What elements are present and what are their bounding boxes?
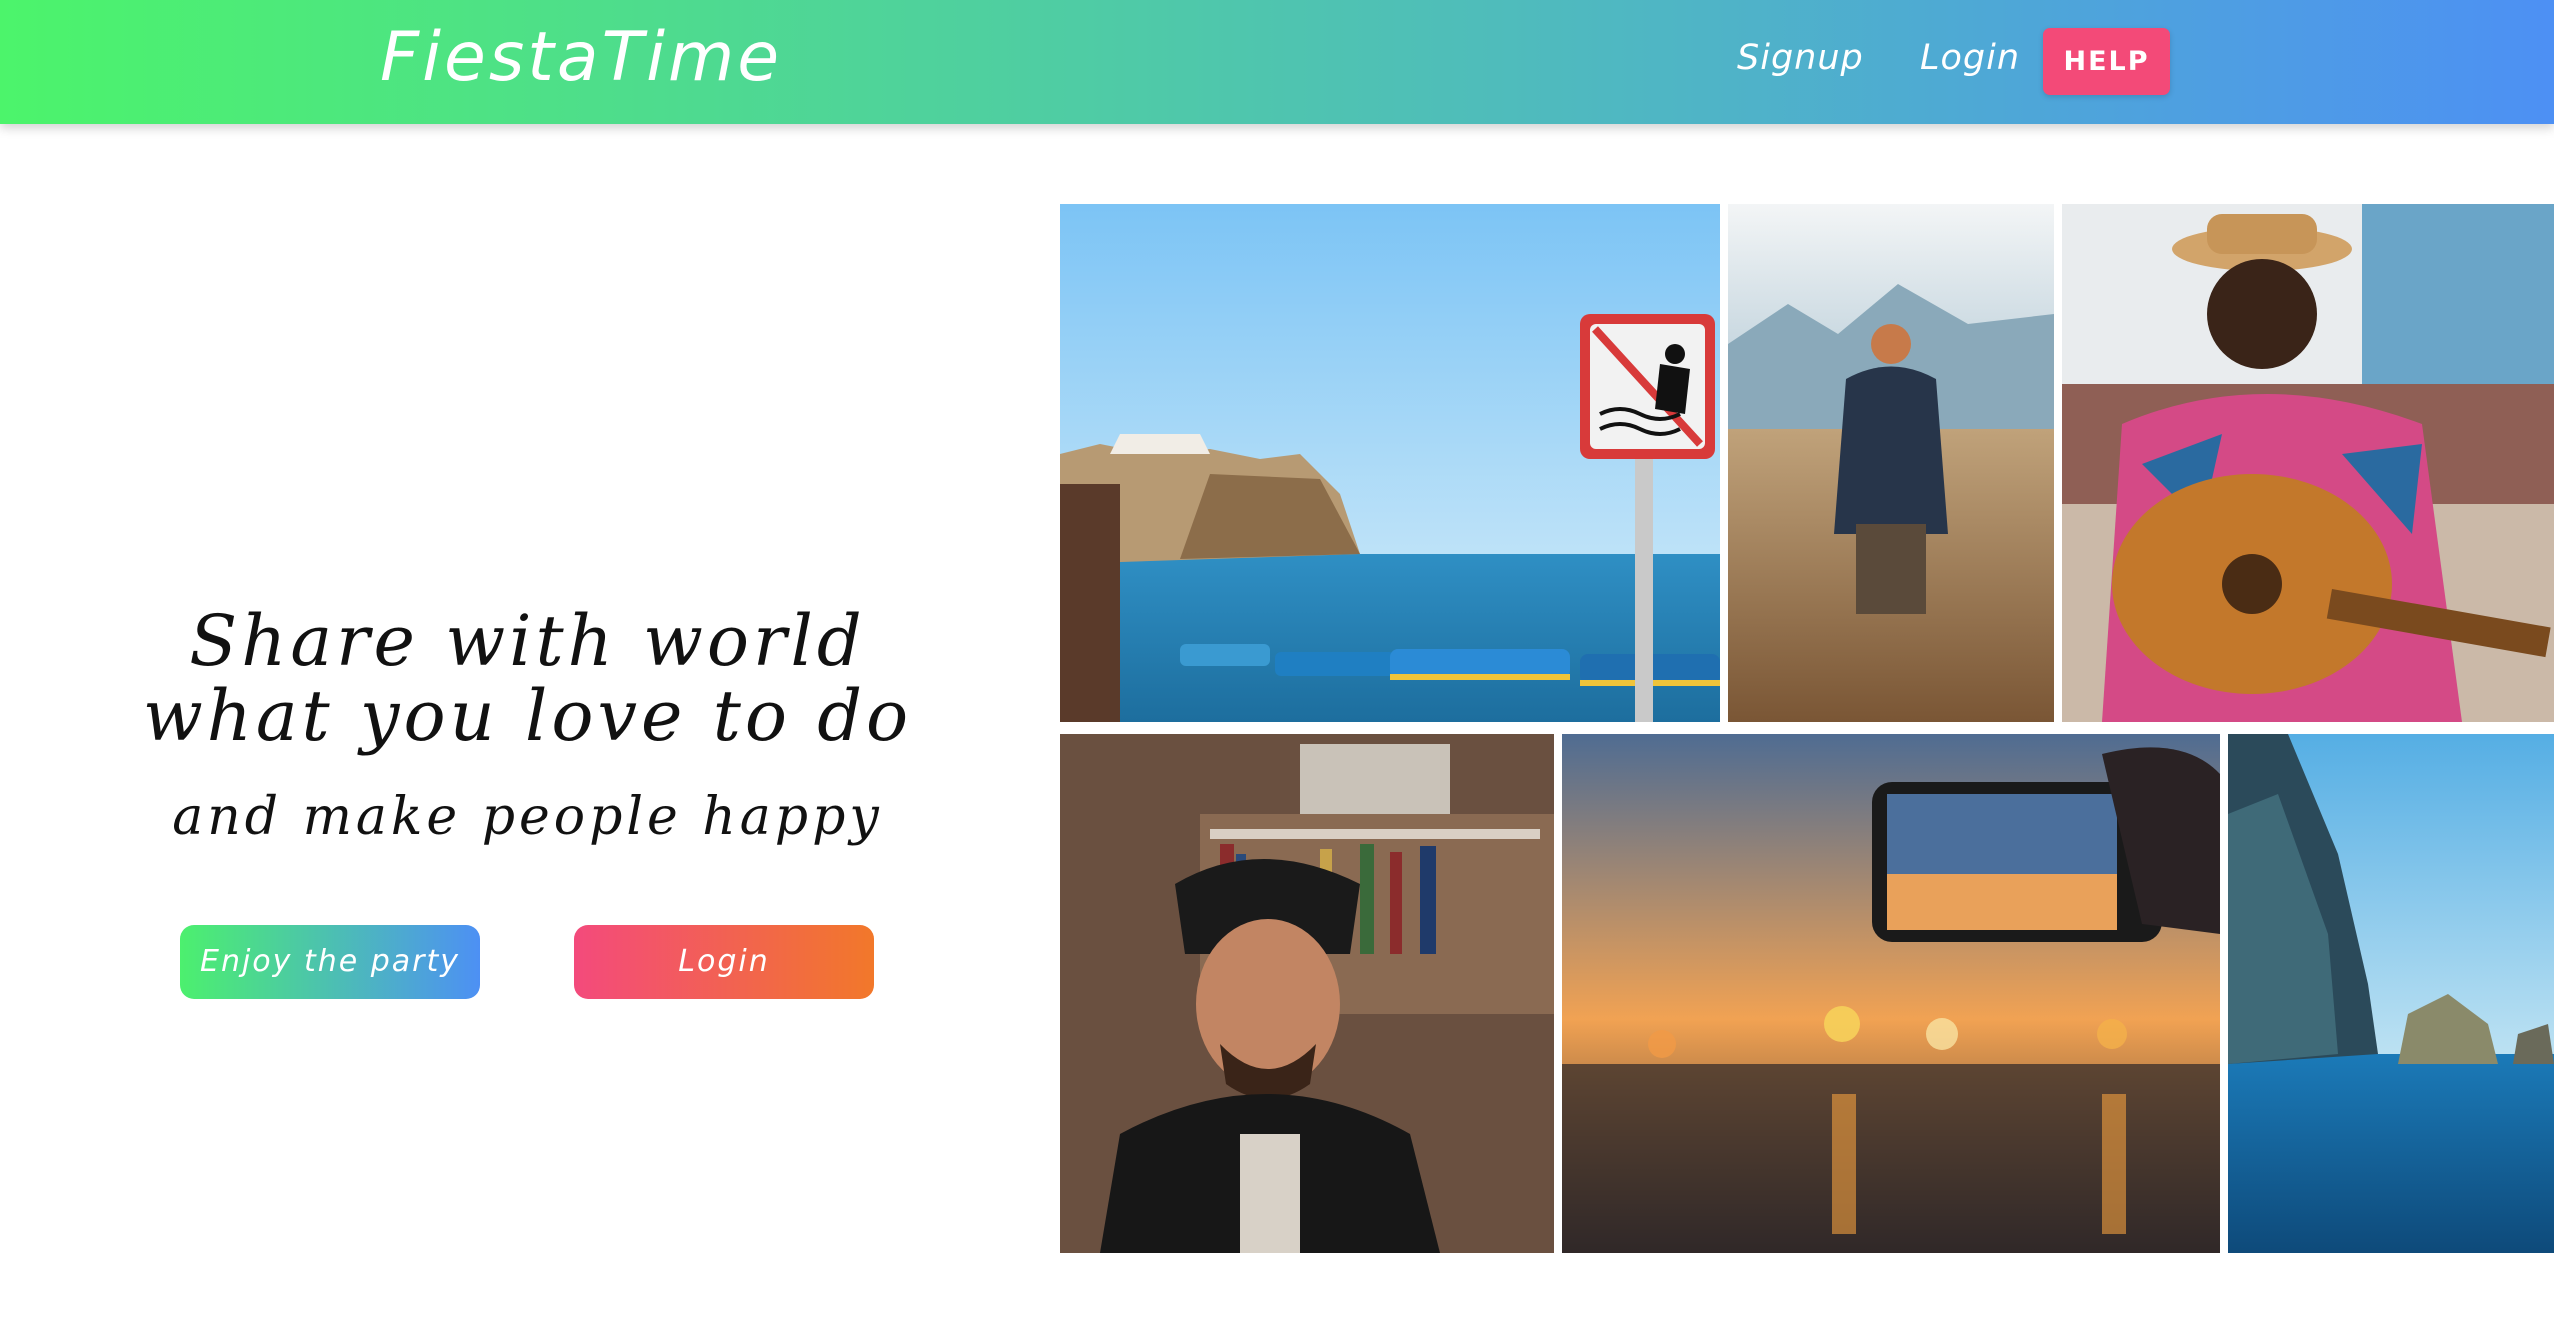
hero-subtitle: and make people happy <box>172 787 883 847</box>
phone-sunset-photo <box>1562 734 2220 1253</box>
help-button[interactable]: HELP <box>2043 28 2170 95</box>
hero-title-line-1: Share with world <box>189 600 866 682</box>
enjoy-party-button[interactable]: Enjoy the party <box>180 925 480 999</box>
brand-logo[interactable]: FiestaTime <box>380 18 782 98</box>
harbor-boats-photo <box>1060 204 1720 722</box>
nav-signup-link[interactable]: Signup <box>1737 34 1864 82</box>
top-navbar: FiestaTime Signup Login HELP <box>0 0 2554 124</box>
man-in-field-photo <box>1728 204 2054 722</box>
sea-cliff-photo <box>2228 734 2554 1253</box>
hero-login-button[interactable]: Login <box>574 925 874 999</box>
hero-title-line-2: what you love to do <box>142 675 913 757</box>
nav-login-link[interactable]: Login <box>1920 34 2020 82</box>
guitar-player-photo <box>2062 204 2554 722</box>
hero-title: Share with world what you love to do <box>100 604 955 754</box>
man-with-turban-photo <box>1060 734 1554 1253</box>
